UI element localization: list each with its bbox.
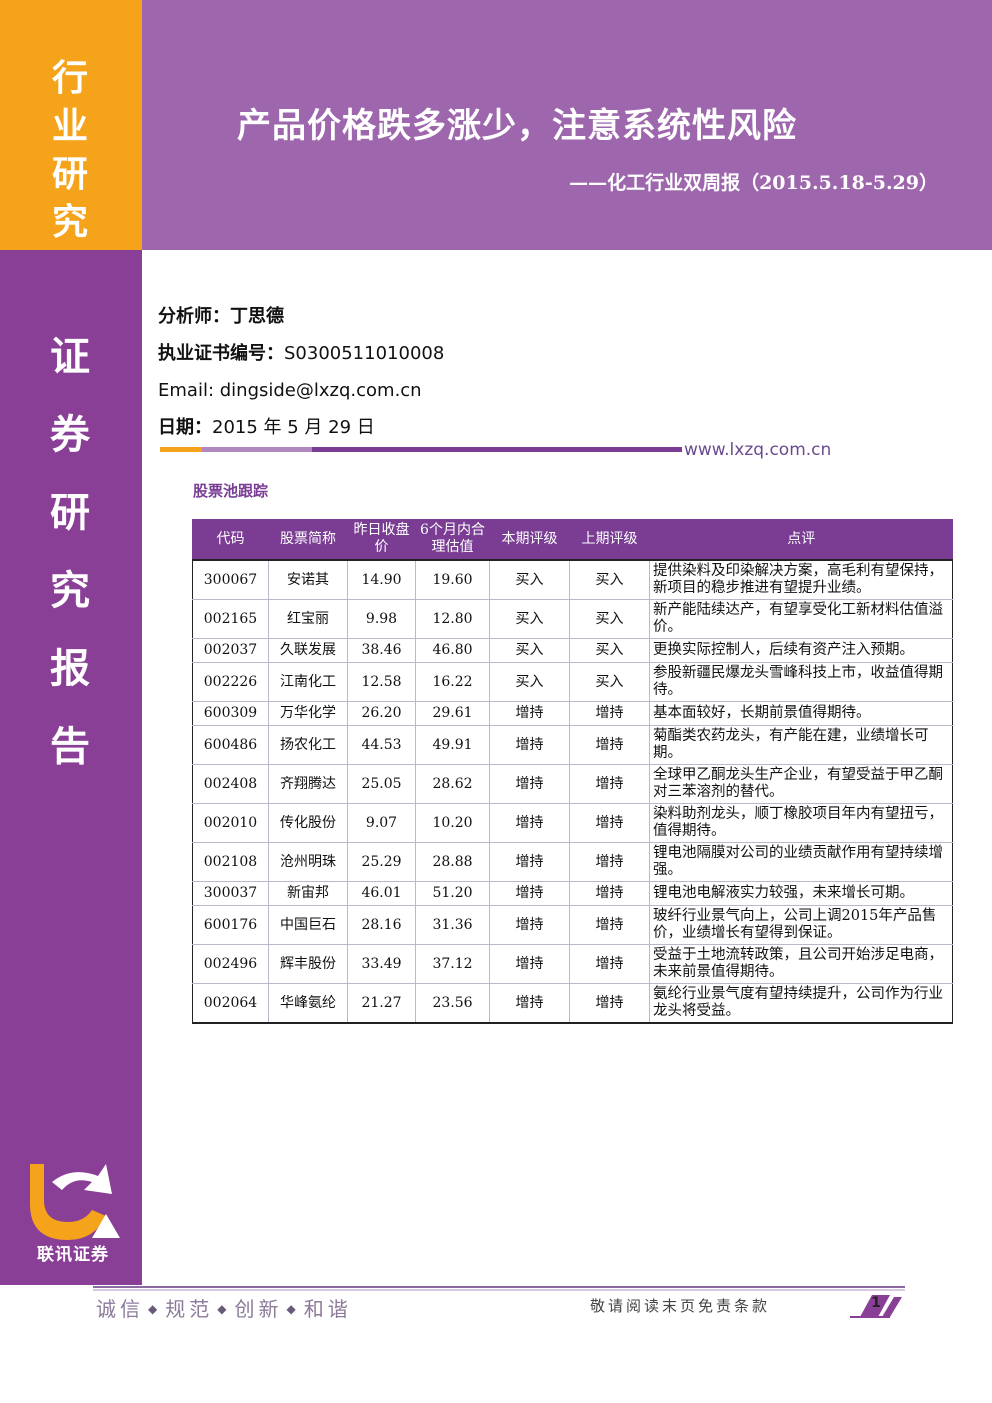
diamond-icon: ◆ (148, 1302, 162, 1316)
stock-pool-title: 股票池跟踪 (193, 482, 269, 500)
footer-disclaimer: 敬请阅读末页免责条款 (590, 1297, 771, 1315)
analyst-line: 分析师：丁思德 (158, 306, 284, 327)
diamond-icon: ◆ (286, 1302, 300, 1316)
col-header-rating-now: 本期评级 (489, 519, 570, 560)
diamond-icon: ◆ (217, 1302, 231, 1316)
header-band: 产品价格跌多涨少，注意系统性风险 ——化工行业双周报（2015.5.18-5.2… (142, 0, 992, 250)
cert-line: 执业证书编号：S0300511010008 (158, 343, 445, 364)
col-header-name: 股票简称 (268, 519, 348, 560)
table-row: 300067 安诺其 14.90 19.60 买入 买入 提供染料及印染解决方案，高毛… (192, 559, 953, 600)
footer-slogan: 诚信 ◆ 规范 ◆ 创新 ◆ 和谐 (96, 1297, 352, 1321)
page-number: 1 (871, 1295, 881, 1311)
company-logo-text: 联讯证券 (37, 1245, 109, 1265)
table-row: 002037 久联发展 38.46 46.80 买入 买入 更换实际控制人，后续有资产… (192, 638, 953, 663)
section-divider (160, 447, 682, 452)
footer-divider (93, 1286, 905, 1291)
table-row: 002165 红宝丽 9.98 12.80 买入 买入 新产能陆续达产，有望享受化工新… (192, 599, 953, 639)
website-link[interactable]: www.lxzq.com.cn (684, 440, 831, 460)
category-tag: 行 业 研 究 (0, 0, 142, 250)
email-line: Email: dingside@lxzq.com.cn (158, 380, 422, 401)
table-row: 002408 齐翔腾达 25.05 28.62 增持 增持 全球甲乙酮龙头生产企业，有… (192, 764, 953, 804)
analyst-info: 分析师：丁思德 执业证书编号：S0300511010008 Email: din… (158, 298, 444, 446)
report-subtitle: ——化工行业双周报（2015.5.18-5.29） (569, 172, 938, 194)
table-row: 300037 新宙邦 46.01 51.20 增持 增持 锂电池电解液实力较强，未来增… (192, 881, 953, 906)
table-row: 002108 沧州明珠 25.29 28.88 增持 增持 锂电池隔膜对公司的业绩贡献… (192, 842, 953, 882)
date-line: 日期：2015 年 5 月 29 日 (158, 417, 375, 438)
sidebar-vertical-title: 证 券 研 究 报 告 (50, 333, 90, 770)
table-row: 002064 华峰氨纶 21.27 23.56 增持 增持 氨纶行业景气度有望持续提升… (192, 983, 953, 1024)
table-row: 600176 中国巨石 28.16 31.36 增持 增持 玻纤行业景气向上，公司上调… (192, 905, 953, 945)
table-row: 002226 江南化工 12.58 16.22 买入 买入 参股新疆民爆龙头雪峰科技上… (192, 662, 953, 702)
table-row: 600309 万华化学 26.20 29.61 增持 增持 基本面较好，长期前景值得期… (192, 701, 953, 726)
col-header-code: 代码 (192, 519, 269, 560)
col-header-rating-prev: 上期评级 (569, 519, 650, 560)
col-header-comment: 点评 (649, 519, 953, 560)
col-header-valuation: 6个月内合理估值 (415, 519, 490, 560)
stock-pool-table: 代码 股票简称 昨日收盘价 6个月内合理估值 本期评级 上期评级 点评 3000… (192, 519, 953, 1024)
company-logo-icon (30, 1164, 120, 1240)
email-link[interactable]: dingside@lxzq.com.cn (220, 380, 422, 401)
table-header-row: 代码 股票简称 昨日收盘价 6个月内合理估值 本期评级 上期评级 点评 (192, 519, 953, 560)
report-title: 产品价格跌多涨少，注意系统性风险 (237, 106, 797, 146)
table-row: 002496 辉丰股份 33.49 37.12 增持 增持 受益于土地流转政策，且公司… (192, 944, 953, 984)
category-tag-text: 行 业 研 究 (51, 57, 88, 243)
table-row: 600486 扬农化工 44.53 49.91 增持 增持 菊酯类农药龙头，有产能在建… (192, 725, 953, 765)
table-row: 002010 传化股份 9.07 10.20 增持 增持 染料助剂龙头，顺丁橡胶项目年… (192, 803, 953, 843)
col-header-close: 昨日收盘价 (347, 519, 416, 560)
